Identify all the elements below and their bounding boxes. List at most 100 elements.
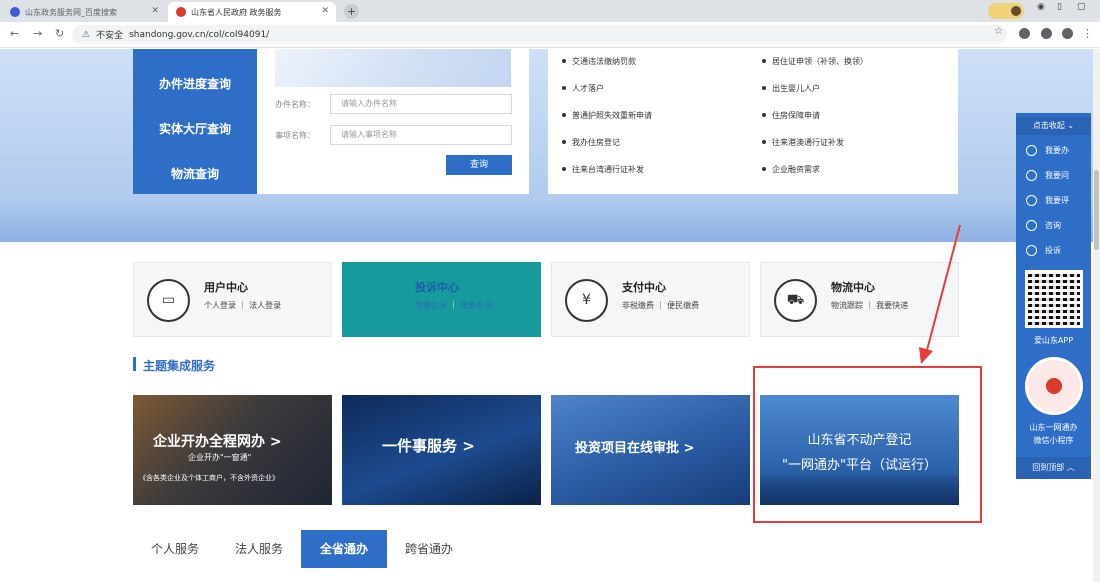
float-item-evaluate[interactable]: 我要评 [1026, 195, 1069, 206]
float-item-label: 我要评 [1045, 196, 1069, 205]
apply-icon [1026, 145, 1037, 156]
page-content: 办件进度查询 实体大厅查询 物流查询 办件名称： 请输入办件名称 事项名称： 请… [0, 49, 1100, 582]
complaint-center-card[interactable]: 投诉中心 我要投诉 ｜ 我要咨询 [342, 262, 541, 337]
back-to-top-button[interactable]: 回到顶部 ︿ [1016, 457, 1091, 479]
quick-link[interactable]: 我办住房登记 [562, 137, 620, 148]
section-accent-bar [133, 357, 136, 371]
convenience-payment-link[interactable]: 便民缴费 [667, 301, 699, 310]
float-item-consult[interactable]: 咨询 [1026, 220, 1061, 231]
not-secure-warning-icon: ⚠ [82, 29, 91, 40]
field-label: 事项名称： [275, 131, 315, 140]
close-tab-icon[interactable]: ✕ [321, 6, 329, 16]
quick-link[interactable]: 企业融资需求 [762, 164, 820, 175]
close-window-icon[interactable]: ▢ [1077, 2, 1086, 12]
investment-approval-banner[interactable]: 投资项目在线审批 > [551, 395, 750, 505]
extension-icon[interactable] [1019, 28, 1030, 39]
quick-link[interactable]: 人才落户 [562, 83, 604, 94]
nav-hall-query[interactable]: 实体大厅查询 [133, 120, 257, 137]
card-links: 物流跟踪 ｜ 我要快递 [831, 300, 908, 311]
separator: ｜ [656, 301, 668, 310]
browser-tab-baidu[interactable]: 山东政务服务网_百度搜索 ✕ [2, 2, 166, 22]
tracking-link[interactable]: 物流跟踪 [831, 301, 863, 310]
chat-icon [1026, 220, 1037, 231]
minimize-window-icon[interactable]: ▯ [1057, 2, 1062, 12]
right-float-bar: 点击收起 ⌄ 我要办 我要问 我要评 咨询 投诉 爱山东APP 山东一网通办 微… [1016, 113, 1091, 479]
separator: ｜ [449, 301, 461, 310]
tab-cross-province[interactable]: 跨省通办 [387, 530, 471, 568]
chevron-up-icon: ︿ [1066, 463, 1075, 472]
card-title: 用户中心 [204, 281, 248, 294]
banner-title: 投资项目在线审批 > [575, 441, 695, 456]
account-icon[interactable] [1062, 28, 1073, 39]
express-link[interactable]: 我要快递 [876, 301, 908, 310]
section-title: 主题集成服务 [143, 359, 216, 373]
float-item-apply[interactable]: 我要办 [1026, 145, 1069, 156]
question-icon [1026, 170, 1037, 181]
profile-badge[interactable] [988, 3, 1024, 19]
tab-province-wide[interactable]: 全省通办 [301, 530, 387, 568]
one-thing-service-banner[interactable]: 一件事服务 > [342, 395, 541, 505]
back-arrow-icon[interactable]: ← [10, 27, 19, 40]
scrollbar-thumb[interactable] [1094, 170, 1099, 250]
menu-dots-icon[interactable]: ⋮ [1082, 27, 1093, 40]
close-tab-icon[interactable]: ✕ [151, 6, 159, 16]
case-name-input[interactable]: 请输入办件名称 [330, 94, 512, 114]
corporate-login-link[interactable]: 法人登录 [249, 301, 281, 310]
profile-icon[interactable]: ◉ [1037, 2, 1045, 12]
nav-logistics-query[interactable]: 物流查询 [133, 165, 257, 182]
gov-emblem-favicon-icon [176, 7, 186, 17]
address-bar-row: ← → ↻ ⚠ 不安全 shandong.gov.cn/col/col94091… [0, 22, 1100, 48]
delivery-truck-icon: ⛟ [774, 279, 817, 322]
quick-link[interactable]: 往来台湾通行证补发 [562, 164, 644, 175]
consult-link[interactable]: 我要咨询 [460, 301, 492, 310]
puzzle-extensions-icon[interactable] [1041, 28, 1052, 39]
complaint-link[interactable]: 我要投诉 [415, 301, 447, 310]
user-center-card[interactable]: ▭ 用户中心 个人登录 ｜ 法人登录 [133, 262, 332, 337]
float-item-complaint[interactable]: 投诉 [1026, 245, 1061, 256]
hero-mountains [0, 199, 1100, 242]
business-startup-banner[interactable]: 企业开办全程网办 > 企业开办"一窗通" 《含各类企业及个体工商户，不含外资企业… [133, 395, 332, 505]
non-tax-payment-link[interactable]: 非税缴费 [622, 301, 654, 310]
query-button[interactable]: 查询 [446, 155, 512, 175]
card-links: 个人登录 ｜ 法人登录 [204, 300, 281, 311]
nav-progress-query[interactable]: 办件进度查询 [133, 75, 257, 92]
tab-corporate-services[interactable]: 法人服务 [217, 530, 301, 568]
banner-note: 《含各类企业及个体工商户，不含外资企业》 [139, 474, 279, 482]
url-field[interactable]: ⚠ 不安全 shandong.gov.cn/col/col94091/ [72, 25, 1007, 44]
card-title: 投诉中心 [415, 281, 459, 294]
payment-center-card[interactable]: ¥ 支付中心 非税缴费 ｜ 便民缴费 [551, 262, 750, 337]
browser-tab-shandong[interactable]: 山东省人民政府 政务服务 ✕ [168, 2, 336, 22]
tab-strip: 山东政务服务网_百度搜索 ✕ 山东省人民政府 政务服务 ✕ + ◉ ▯ ▢ [0, 0, 1100, 22]
security-label: 不安全 [96, 31, 124, 41]
tab-personal-services[interactable]: 个人服务 [133, 530, 217, 568]
mini-program-caption: 微信小程序 [1033, 436, 1074, 445]
float-item-ask[interactable]: 我要问 [1026, 170, 1069, 181]
page-scrollbar[interactable] [1093, 49, 1100, 582]
tab-title: 山东省人民政府 政务服务 [191, 7, 282, 17]
quick-link[interactable]: 交通违法缴纳罚款 [562, 56, 636, 67]
quick-link[interactable]: 住房保障申请 [762, 110, 820, 121]
card-title: 支付中心 [622, 281, 666, 294]
quick-link[interactable]: 普通护照失效重新申请 [562, 110, 652, 121]
forward-arrow-icon[interactable]: → [33, 27, 42, 40]
quick-link[interactable]: 往来港澳通行证补发 [762, 137, 844, 148]
collapse-label: 点击收起 [1032, 121, 1065, 130]
quick-link[interactable]: 居住证申领（补领、换领） [762, 56, 868, 67]
separator: ｜ [865, 301, 877, 310]
quick-link[interactable]: 出生婴儿人户 [762, 83, 820, 94]
personal-login-link[interactable]: 个人登录 [204, 301, 236, 310]
logistics-center-card[interactable]: ⛟ 物流中心 物流跟踪 ｜ 我要快递 [760, 262, 959, 337]
query-header-image [275, 49, 511, 87]
bookmark-star-icon[interactable]: ☆ [994, 26, 1003, 37]
item-name-input[interactable]: 请输入事项名称 [330, 125, 512, 145]
collapse-bar-button[interactable]: 点击收起 ⌄ [1016, 117, 1091, 135]
banner-subtitle: 企业开办"一窗通" [188, 453, 252, 462]
red-highlight-box [753, 366, 982, 523]
float-item-label: 投诉 [1045, 246, 1061, 255]
left-query-nav: 办件进度查询 实体大厅查询 物流查询 [133, 49, 257, 194]
reload-icon[interactable]: ↻ [55, 27, 64, 40]
new-tab-button[interactable]: + [344, 4, 359, 19]
quick-links-panel: 交通违法缴纳罚款 人才落户 普通护照失效重新申请 我办住房登记 往来台湾通行证补… [548, 49, 958, 194]
mini-program-caption: 山东一网通办 [1029, 423, 1078, 432]
field-label: 办件名称： [275, 100, 315, 109]
